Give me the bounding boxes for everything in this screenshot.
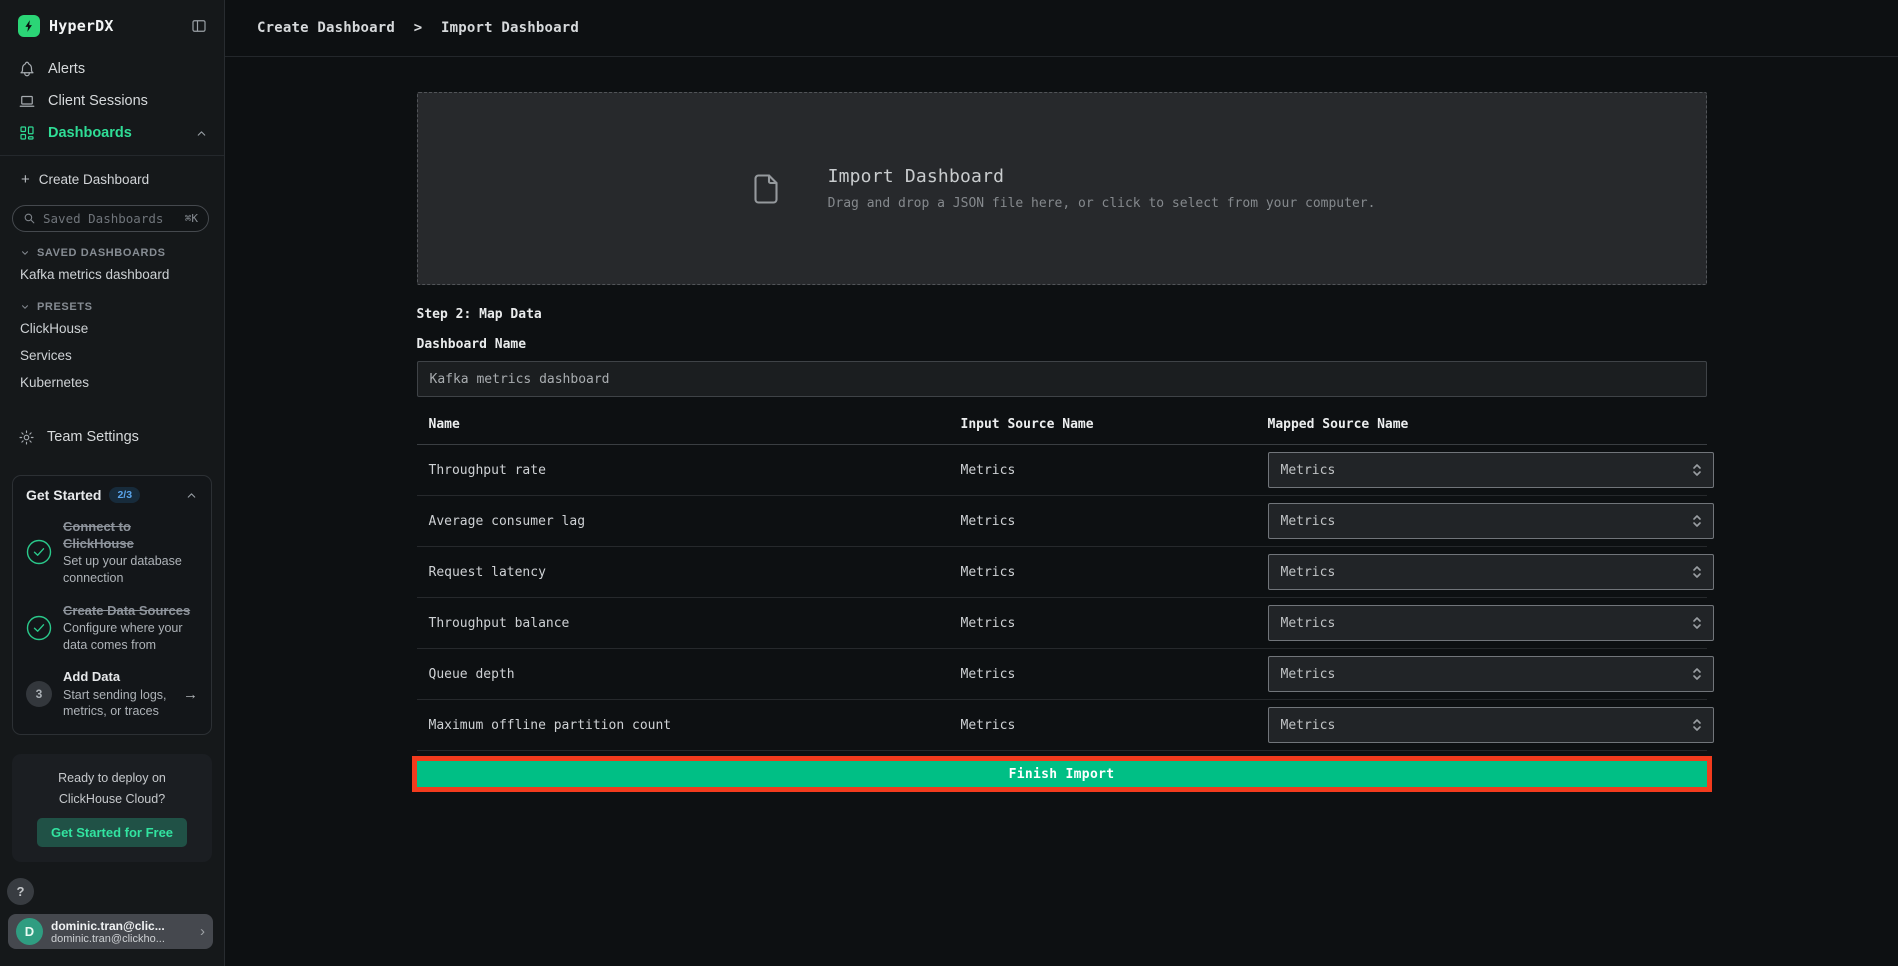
dropzone-subtitle: Drag and drop a JSON file here, or click… bbox=[828, 196, 1376, 211]
mapped-source-select[interactable]: Metrics bbox=[1268, 605, 1714, 641]
bell-icon bbox=[18, 60, 36, 78]
arrow-right-icon: → bbox=[183, 686, 198, 703]
user-profile-button[interactable]: D dominic.tran@clic... dominic.tran@clic… bbox=[8, 914, 213, 949]
step-number-badge: 3 bbox=[26, 681, 52, 707]
check-circle-icon bbox=[26, 615, 52, 641]
section-saved-dashboards[interactable]: SAVED DASHBOARDS bbox=[0, 247, 224, 259]
selector-chevrons-icon bbox=[1691, 718, 1703, 732]
selector-chevrons-icon bbox=[1691, 616, 1703, 630]
search-placeholder: Saved Dashboards bbox=[43, 211, 163, 226]
search-icon bbox=[23, 212, 36, 225]
column-header-mapped-source: Mapped Source Name bbox=[1256, 417, 1707, 432]
mapped-source-select[interactable]: Metrics bbox=[1268, 656, 1714, 692]
selector-chevrons-icon bbox=[1691, 667, 1703, 681]
plus-icon: + bbox=[21, 172, 30, 187]
json-dropzone[interactable]: Import Dashboard Drag and drop a JSON fi… bbox=[417, 92, 1707, 285]
file-icon bbox=[748, 165, 784, 213]
selector-chevrons-icon bbox=[1691, 565, 1703, 579]
mapped-source-select[interactable]: Metrics bbox=[1268, 503, 1714, 539]
chevron-up-icon[interactable] bbox=[185, 489, 198, 502]
main-area: Create Dashboard > Import Dashboard Impo… bbox=[225, 0, 1898, 966]
finish-import-button[interactable]: Finish Import bbox=[417, 761, 1707, 787]
selector-chevrons-icon bbox=[1691, 514, 1703, 528]
preset-item-kubernetes[interactable]: Kubernetes bbox=[0, 370, 224, 394]
sidebar-header: HyperDX bbox=[0, 0, 224, 43]
step-label: Step 2: Map Data bbox=[417, 307, 1707, 322]
breadcrumb-import-dashboard: Import Dashboard bbox=[441, 20, 579, 36]
import-dashboard-content: Import Dashboard Drag and drop a JSON fi… bbox=[417, 57, 1707, 787]
column-header-input-source: Input Source Name bbox=[949, 417, 1256, 432]
mapped-source-select[interactable]: Metrics bbox=[1268, 707, 1714, 743]
sidebar-item-alerts[interactable]: Alerts bbox=[0, 53, 224, 85]
saved-dashboard-item[interactable]: Kafka metrics dashboard bbox=[0, 262, 224, 286]
dashboard-name-input[interactable] bbox=[417, 361, 1707, 397]
sidebar-item-client-sessions[interactable]: Client Sessions bbox=[0, 85, 224, 117]
sidebar-item-label: Dashboards bbox=[48, 125, 132, 141]
breadcrumb: Create Dashboard > Import Dashboard bbox=[257, 20, 579, 36]
app-title: HyperDX bbox=[49, 17, 114, 35]
chevron-down-icon bbox=[20, 248, 30, 258]
chevron-down-icon bbox=[20, 302, 30, 312]
breadcrumb-separator: > bbox=[414, 20, 423, 36]
check-circle-icon bbox=[26, 539, 52, 565]
sidebar-item-label: Alerts bbox=[48, 61, 85, 77]
laptop-icon bbox=[18, 92, 36, 110]
get-started-step-connect[interactable]: Connect to ClickHouse Set up your databa… bbox=[26, 518, 198, 587]
table-row: Throughput rate Metrics Metrics bbox=[417, 445, 1707, 496]
table-row: Throughput balance Metrics Metrics bbox=[417, 598, 1707, 649]
dashboard-name-label: Dashboard Name bbox=[417, 337, 1707, 352]
sidebar-collapse-icon[interactable] bbox=[190, 17, 208, 35]
table-row: Queue depth Metrics Metrics bbox=[417, 649, 1707, 700]
preset-item-services[interactable]: Services bbox=[0, 343, 224, 367]
dashboard-grid-icon bbox=[18, 124, 36, 142]
mapped-source-select[interactable]: Metrics bbox=[1268, 554, 1714, 590]
sidebar: HyperDX Alerts Client Sessions Dashboard… bbox=[0, 0, 225, 966]
sidebar-item-team-settings[interactable]: Team Settings bbox=[0, 421, 224, 453]
preset-item-clickhouse[interactable]: ClickHouse bbox=[0, 316, 224, 340]
get-started-step-sources[interactable]: Create Data Sources Configure where your… bbox=[26, 602, 198, 654]
help-button[interactable]: ? bbox=[7, 878, 34, 905]
team-settings-nav: Team Settings bbox=[0, 421, 224, 453]
dropzone-title: Import Dashboard bbox=[828, 166, 1376, 187]
get-started-progress-badge: 2/3 bbox=[109, 487, 140, 503]
gear-icon bbox=[18, 429, 35, 446]
breadcrumb-create-dashboard[interactable]: Create Dashboard bbox=[257, 20, 395, 36]
get-started-title: Get Started bbox=[26, 487, 101, 503]
column-header-name: Name bbox=[417, 417, 949, 432]
get-started-card: Get Started 2/3 Connect to ClickHouse Se… bbox=[12, 475, 212, 735]
divider bbox=[0, 155, 224, 156]
sidebar-nav: Alerts Client Sessions Dashboards bbox=[0, 53, 224, 149]
source-mapping-table: Name Input Source Name Mapped Source Nam… bbox=[417, 409, 1707, 751]
selector-chevrons-icon bbox=[1691, 463, 1703, 477]
chevron-up-icon[interactable] bbox=[195, 127, 208, 140]
sidebar-item-label: Client Sessions bbox=[48, 93, 148, 109]
get-started-free-button[interactable]: Get Started for Free bbox=[37, 818, 187, 847]
table-header-row: Name Input Source Name Mapped Source Nam… bbox=[417, 409, 1707, 445]
hyperdx-logo-icon bbox=[18, 15, 40, 37]
chevron-right-icon: › bbox=[200, 923, 205, 940]
table-row: Average consumer lag Metrics Metrics bbox=[417, 496, 1707, 547]
search-shortcut: ⌘K bbox=[185, 212, 198, 225]
saved-dashboards-search-input[interactable]: Saved Dashboards ⌘K bbox=[12, 205, 209, 232]
create-dashboard-button[interactable]: + Create Dashboard bbox=[0, 165, 224, 193]
user-name: dominic.tran@clic... bbox=[51, 919, 165, 933]
table-row: Request latency Metrics Metrics bbox=[417, 547, 1707, 598]
table-row: Maximum offline partition count Metrics … bbox=[417, 700, 1707, 751]
avatar: D bbox=[16, 918, 43, 945]
get-started-step-add-data[interactable]: 3 Add Data Start sending logs, metrics, … bbox=[26, 668, 198, 720]
mapped-source-select[interactable]: Metrics bbox=[1268, 452, 1714, 488]
top-bar: Create Dashboard > Import Dashboard bbox=[225, 0, 1898, 57]
clickhouse-cloud-promo: Ready to deploy on ClickHouse Cloud? Get… bbox=[12, 754, 212, 862]
section-presets[interactable]: PRESETS bbox=[0, 301, 224, 313]
sidebar-item-dashboards[interactable]: Dashboards bbox=[0, 117, 224, 149]
user-email: dominic.tran@clickho... bbox=[51, 933, 165, 945]
